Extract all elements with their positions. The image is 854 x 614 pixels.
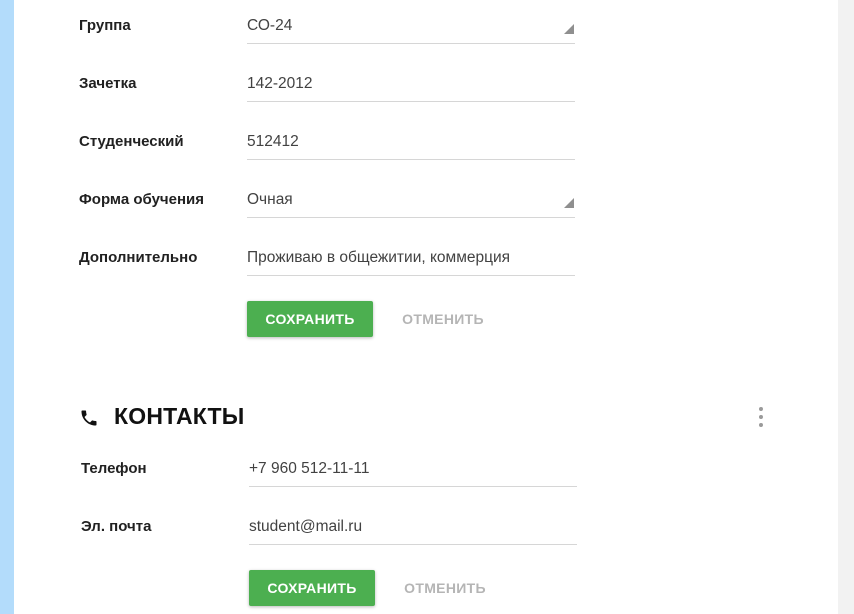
contacts-header: КОНТАКТЫ	[79, 398, 779, 438]
form-row-additional: Дополнительно Проживаю в общежитии, комм…	[14, 232, 614, 290]
phone-icon	[81, 410, 97, 426]
form-row-student-card: Студенческий 512412	[14, 116, 614, 174]
record-book-value: 142-2012	[247, 75, 313, 92]
record-book-input[interactable]: 142-2012	[247, 67, 575, 102]
student-card-label: Студенческий	[79, 133, 184, 150]
profile-save-button[interactable]: СОХРАНИТЬ	[247, 301, 373, 337]
form-row-phone: Телефон +7 960 512-11-11	[16, 443, 616, 501]
phone-input[interactable]: +7 960 512-11-11	[249, 452, 577, 487]
email-input[interactable]: student@mail.ru	[249, 510, 577, 545]
additional-input[interactable]: Проживаю в общежитии, коммерция	[247, 241, 575, 276]
profile-cancel-button[interactable]: ОТМЕНИТЬ	[388, 301, 498, 337]
contacts-save-button[interactable]: СОХРАНИТЬ	[249, 570, 375, 606]
dropdown-arrow-icon	[564, 24, 574, 34]
record-book-label: Зачетка	[79, 75, 137, 92]
contacts-cancel-button[interactable]: ОТМЕНИТЬ	[390, 570, 500, 606]
group-select[interactable]: СО-24	[247, 9, 575, 44]
form-row-email: Эл. почта student@mail.ru	[16, 501, 616, 559]
phone-label: Телефон	[81, 460, 147, 477]
email-value: student@mail.ru	[249, 518, 363, 535]
study-form-value: Очная	[247, 191, 293, 208]
additional-value: Проживаю в общежитии, коммерция	[247, 249, 511, 266]
phone-value: +7 960 512-11-11	[249, 460, 370, 477]
study-form-label: Форма обучения	[79, 191, 204, 208]
student-card-input[interactable]: 512412	[247, 125, 575, 160]
study-form-select[interactable]: Очная	[247, 183, 575, 218]
right-background	[838, 0, 854, 614]
left-side-strip	[0, 0, 14, 614]
email-label: Эл. почта	[81, 518, 152, 535]
form-row-record-book: Зачетка 142-2012	[14, 58, 614, 116]
group-label: Группа	[79, 17, 131, 34]
form-row-study-form: Форма обучения Очная	[14, 174, 614, 232]
additional-label: Дополнительно	[79, 249, 198, 266]
more-vert-icon[interactable]	[758, 407, 764, 429]
contacts-title: КОНТАКТЫ	[114, 403, 245, 429]
form-row-group: Группа СО-24	[14, 0, 614, 58]
student-card-value: 512412	[247, 133, 299, 150]
profile-card: Группа СО-24 Зачетка 142-2012 Студенческ…	[14, 0, 838, 614]
group-value: СО-24	[247, 17, 293, 34]
dropdown-arrow-icon	[564, 198, 574, 208]
